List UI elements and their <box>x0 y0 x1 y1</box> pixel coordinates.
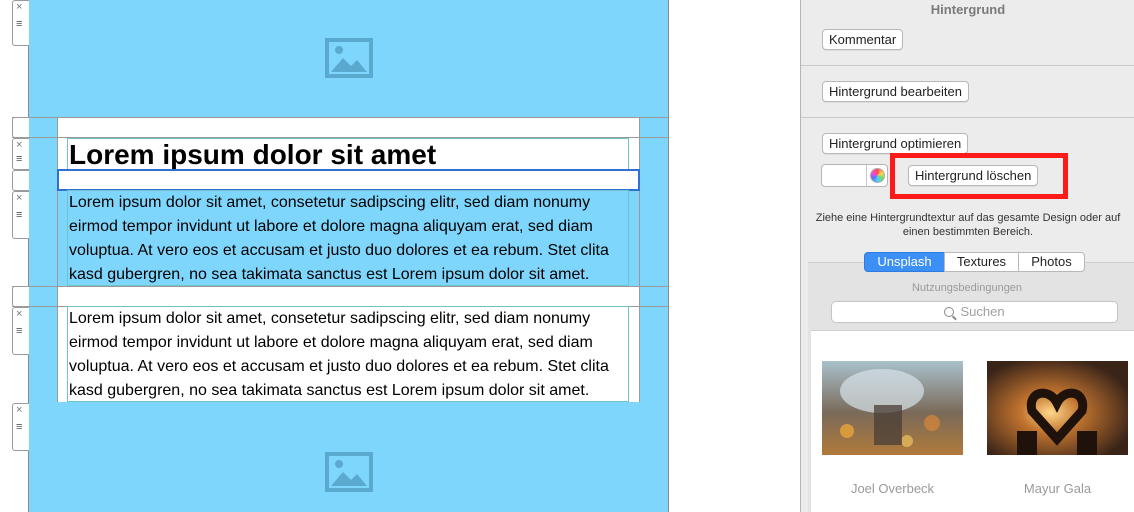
photo-credit: Mayur Gala <box>1023 481 1092 496</box>
menu-icon[interactable]: ≡ <box>16 153 22 165</box>
row-handle[interactable]: × ≡ <box>12 403 29 451</box>
row-handle[interactable]: × ≡ <box>12 138 29 170</box>
search-field[interactable]: Suchen <box>831 301 1118 323</box>
search-placeholder: Suchen <box>960 304 1005 319</box>
photo-credit: Joel Overbeck <box>850 481 935 496</box>
menu-icon[interactable]: ≡ <box>16 325 22 337</box>
row-handle[interactable]: × ≡ <box>12 307 29 355</box>
text-block-1[interactable]: Lorem ipsum dolor sit amet, consetetur s… <box>67 190 629 286</box>
row-handle[interactable] <box>12 170 29 191</box>
selected-empty-row[interactable] <box>57 169 640 191</box>
page-heading[interactable]: Lorem ipsum dolor sit amet <box>67 138 629 170</box>
tab-photos[interactable]: Photos <box>1018 252 1085 272</box>
tab-textures[interactable]: Textures <box>944 252 1019 272</box>
photo-gallery: Joel Overbeck Mayur Gala <box>811 330 1134 512</box>
image-placeholder-icon <box>325 452 373 492</box>
hint-text: Ziehe eine Hintergrundtextur auf das ges… <box>815 212 1121 238</box>
app-window: × ≡ × ≡ × ≡ × ≡ Lorem ipsum dolor sit am… <box>0 0 1134 512</box>
edit-background-button[interactable]: Hintergrund bearbeiten <box>822 81 969 102</box>
close-icon[interactable]: × <box>16 308 22 320</box>
close-icon[interactable]: × <box>16 139 22 151</box>
editor-canvas: × ≡ × ≡ × ≡ × ≡ Lorem ipsum dolor sit am… <box>0 0 800 512</box>
background-color-well[interactable] <box>821 164 888 187</box>
row-handle[interactable] <box>12 117 29 138</box>
search-icon <box>944 307 955 317</box>
image-block-top[interactable] <box>28 0 669 118</box>
divider <box>801 65 1134 66</box>
close-icon[interactable]: × <box>16 404 22 416</box>
photo-thumbnail-rainy-street[interactable] <box>822 361 963 455</box>
column-guide-right <box>639 117 640 403</box>
highlight-annotation <box>890 153 1068 199</box>
terms-link[interactable]: Nutzungsbedingungen <box>800 282 1134 294</box>
optimize-background-button[interactable]: Hintergrund optimieren <box>822 133 969 154</box>
tab-unsplash[interactable]: Unsplash <box>864 252 945 272</box>
color-wheel-icon[interactable] <box>870 168 885 183</box>
close-icon[interactable]: × <box>16 1 22 13</box>
divider <box>801 117 1134 118</box>
photo-thumbnail-heart-hands[interactable] <box>987 361 1128 455</box>
close-icon[interactable]: × <box>16 192 22 204</box>
row-handle[interactable] <box>12 286 29 307</box>
image-placeholder-icon <box>325 38 373 78</box>
menu-icon[interactable]: ≡ <box>16 209 22 221</box>
menu-icon[interactable]: ≡ <box>16 18 22 30</box>
menu-icon[interactable]: ≡ <box>16 421 22 433</box>
row-divider <box>12 117 669 118</box>
comment-button[interactable]: Kommentar <box>822 29 904 50</box>
text-block-2[interactable]: Lorem ipsum dolor sit amet, consetetur s… <box>67 306 629 402</box>
row-handle[interactable]: × ≡ <box>12 191 29 239</box>
row-handle[interactable]: × ≡ <box>12 0 29 46</box>
column-guide-left <box>57 117 58 403</box>
image-block-bottom[interactable] <box>28 402 669 512</box>
panel-title: Hintergrund <box>930 2 1006 17</box>
